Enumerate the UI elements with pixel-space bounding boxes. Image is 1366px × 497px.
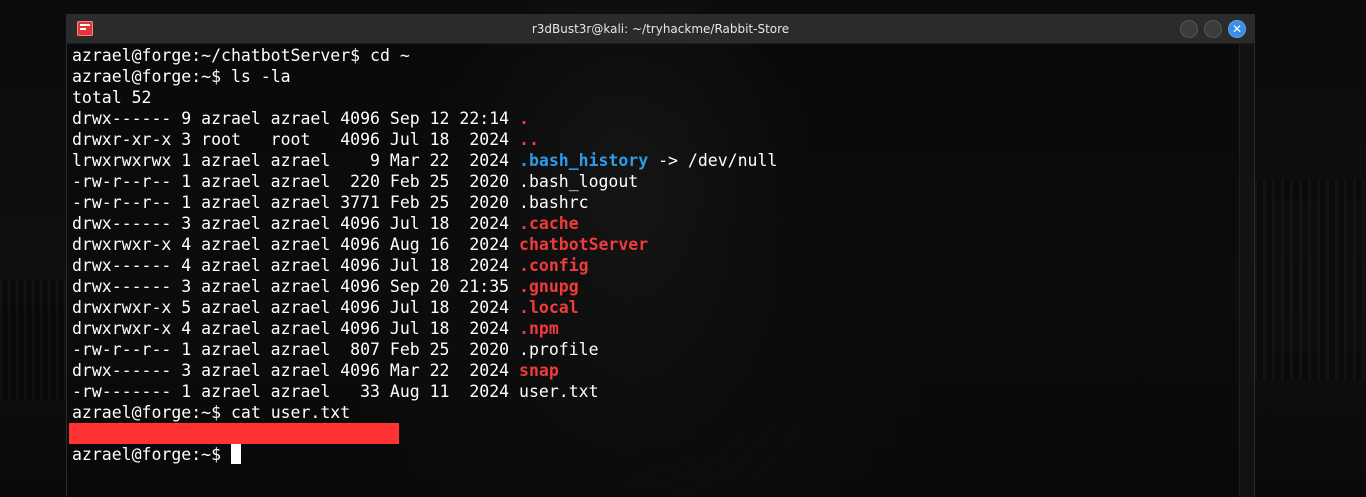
file-meta: drwxrwxr-x 4 azrael azrael 4096 Aug 16 2…: [72, 235, 520, 254]
file-name: user.txt: [519, 382, 599, 401]
close-button[interactable]: ✕: [1228, 20, 1246, 38]
terminal-line: azrael@forge:~$ cat user.txt: [72, 402, 1239, 423]
minimize-button[interactable]: [1180, 20, 1198, 38]
wallpaper-city-right: [1236, 180, 1366, 380]
file-name: .bash_history: [519, 151, 649, 170]
file-meta: -rw------- 1 azrael azrael 33 Aug 11 202…: [72, 382, 520, 401]
file-meta: drwx------ 9 azrael azrael 4096 Sep 12 2…: [72, 109, 520, 128]
shell-prompt: azrael@forge:~$: [72, 67, 231, 86]
file-name: .local: [519, 298, 579, 317]
shell-command: cd ~: [370, 46, 410, 65]
shell-prompt: azrael@forge:~$: [72, 403, 231, 422]
file-meta: drwxrwxr-x 5 azrael azrael 4096 Jul 18 2…: [72, 298, 520, 317]
terminal-window[interactable]: r3dBust3r@kali: ~/tryhackme/Rabbit-Store…: [66, 14, 1255, 497]
text-cursor: [230, 444, 241, 464]
window-titlebar[interactable]: r3dBust3r@kali: ~/tryhackme/Rabbit-Store…: [67, 15, 1254, 44]
file-meta: drwxr-xr-x 3 root root 4096 Jul 18 2024: [72, 130, 520, 149]
listing-row: -rw-r--r-- 1 azrael azrael 220 Feb 25 20…: [72, 171, 1239, 192]
wallpaper-city-left: [0, 280, 66, 400]
file-meta: drwx------ 3 azrael azrael 4096 Jul 18 2…: [72, 214, 520, 233]
file-meta: -rw-r--r-- 1 azrael azrael 3771 Feb 25 2…: [72, 193, 520, 212]
file-name: .config: [519, 256, 589, 275]
file-name: chatbotServer: [519, 235, 649, 254]
output-text: total 52: [72, 88, 152, 107]
link-target: -> /dev/null: [648, 151, 778, 170]
listing-row: drwxrwxr-x 4 azrael azrael 4096 Jul 18 2…: [72, 318, 1239, 339]
listing-row: drwx------ 3 azrael azrael 4096 Mar 22 2…: [72, 360, 1239, 381]
listing-row: drwxrwxr-x 4 azrael azrael 4096 Aug 16 2…: [72, 234, 1239, 255]
shell-command: cat user.txt: [230, 403, 351, 422]
file-meta: drwx------ 4 azrael azrael 4096 Jul 18 2…: [72, 256, 520, 275]
listing-row: drwxr-xr-x 3 root root 4096 Jul 18 2024 …: [72, 129, 1239, 150]
file-meta: -rw-r--r-- 1 azrael azrael 807 Feb 25 20…: [72, 340, 520, 359]
listing-row: drwxrwxr-x 5 azrael azrael 4096 Jul 18 2…: [72, 297, 1239, 318]
shell-command: ls -la: [230, 67, 291, 86]
file-name: .npm: [519, 319, 559, 338]
file-name: .gnupg: [519, 277, 579, 296]
file-meta: lrwxrwxrwx 1 azrael azrael 9 Mar 22 2024: [72, 151, 520, 170]
window-title: r3dBust3r@kali: ~/tryhackme/Rabbit-Store: [531, 22, 790, 36]
terminal-line: azrael@forge:~/chatbotServer$ cd ~: [72, 45, 1239, 66]
maximize-button[interactable]: [1204, 20, 1222, 38]
file-name: .profile: [519, 340, 599, 359]
terminal-line: total 52: [72, 87, 1239, 108]
terminal-line: azrael@forge:~$: [72, 444, 1239, 465]
redacted-output-line: [69, 423, 1239, 444]
file-name: .bashrc: [519, 193, 589, 212]
file-name: .: [519, 109, 529, 128]
window-controls: ✕: [1180, 20, 1246, 38]
shell-prompt: azrael@forge:~$: [72, 445, 231, 464]
file-name: .bash_logout: [519, 172, 639, 191]
listing-row: -rw-r--r-- 1 azrael azrael 807 Feb 25 20…: [72, 339, 1239, 360]
redaction-bar: [69, 423, 399, 444]
listing-row: -rw-r--r-- 1 azrael azrael 3771 Feb 25 2…: [72, 192, 1239, 213]
file-meta: drwxrwxr-x 4 azrael azrael 4096 Jul 18 2…: [72, 319, 520, 338]
terminal-line: azrael@forge:~$ ls -la: [72, 66, 1239, 87]
shell-prompt: azrael@forge:~/chatbotServer$: [72, 46, 371, 65]
file-meta: -rw-r--r-- 1 azrael azrael 220 Feb 25 20…: [72, 172, 520, 191]
file-name: snap: [519, 361, 559, 380]
file-meta: drwx------ 3 azrael azrael 4096 Mar 22 2…: [72, 361, 520, 380]
listing-row: drwx------ 9 azrael azrael 4096 Sep 12 2…: [72, 108, 1239, 129]
terminal-output[interactable]: azrael@forge:~/chatbotServer$ cd ~ azrael…: [69, 45, 1239, 497]
file-name: ..: [519, 130, 539, 149]
terminal-scrollbar[interactable]: [1239, 44, 1254, 497]
listing-row: drwx------ 4 azrael azrael 4096 Jul 18 2…: [72, 255, 1239, 276]
listing-row: drwx------ 3 azrael azrael 4096 Sep 20 2…: [72, 276, 1239, 297]
listing-row: -rw------- 1 azrael azrael 33 Aug 11 202…: [72, 381, 1239, 402]
listing-row: lrwxrwxrwx 1 azrael azrael 9 Mar 22 2024…: [72, 150, 1239, 171]
listing-row: drwx------ 3 azrael azrael 4096 Jul 18 2…: [72, 213, 1239, 234]
file-meta: drwx------ 3 azrael azrael 4096 Sep 20 2…: [72, 277, 520, 296]
file-name: .cache: [519, 214, 579, 233]
